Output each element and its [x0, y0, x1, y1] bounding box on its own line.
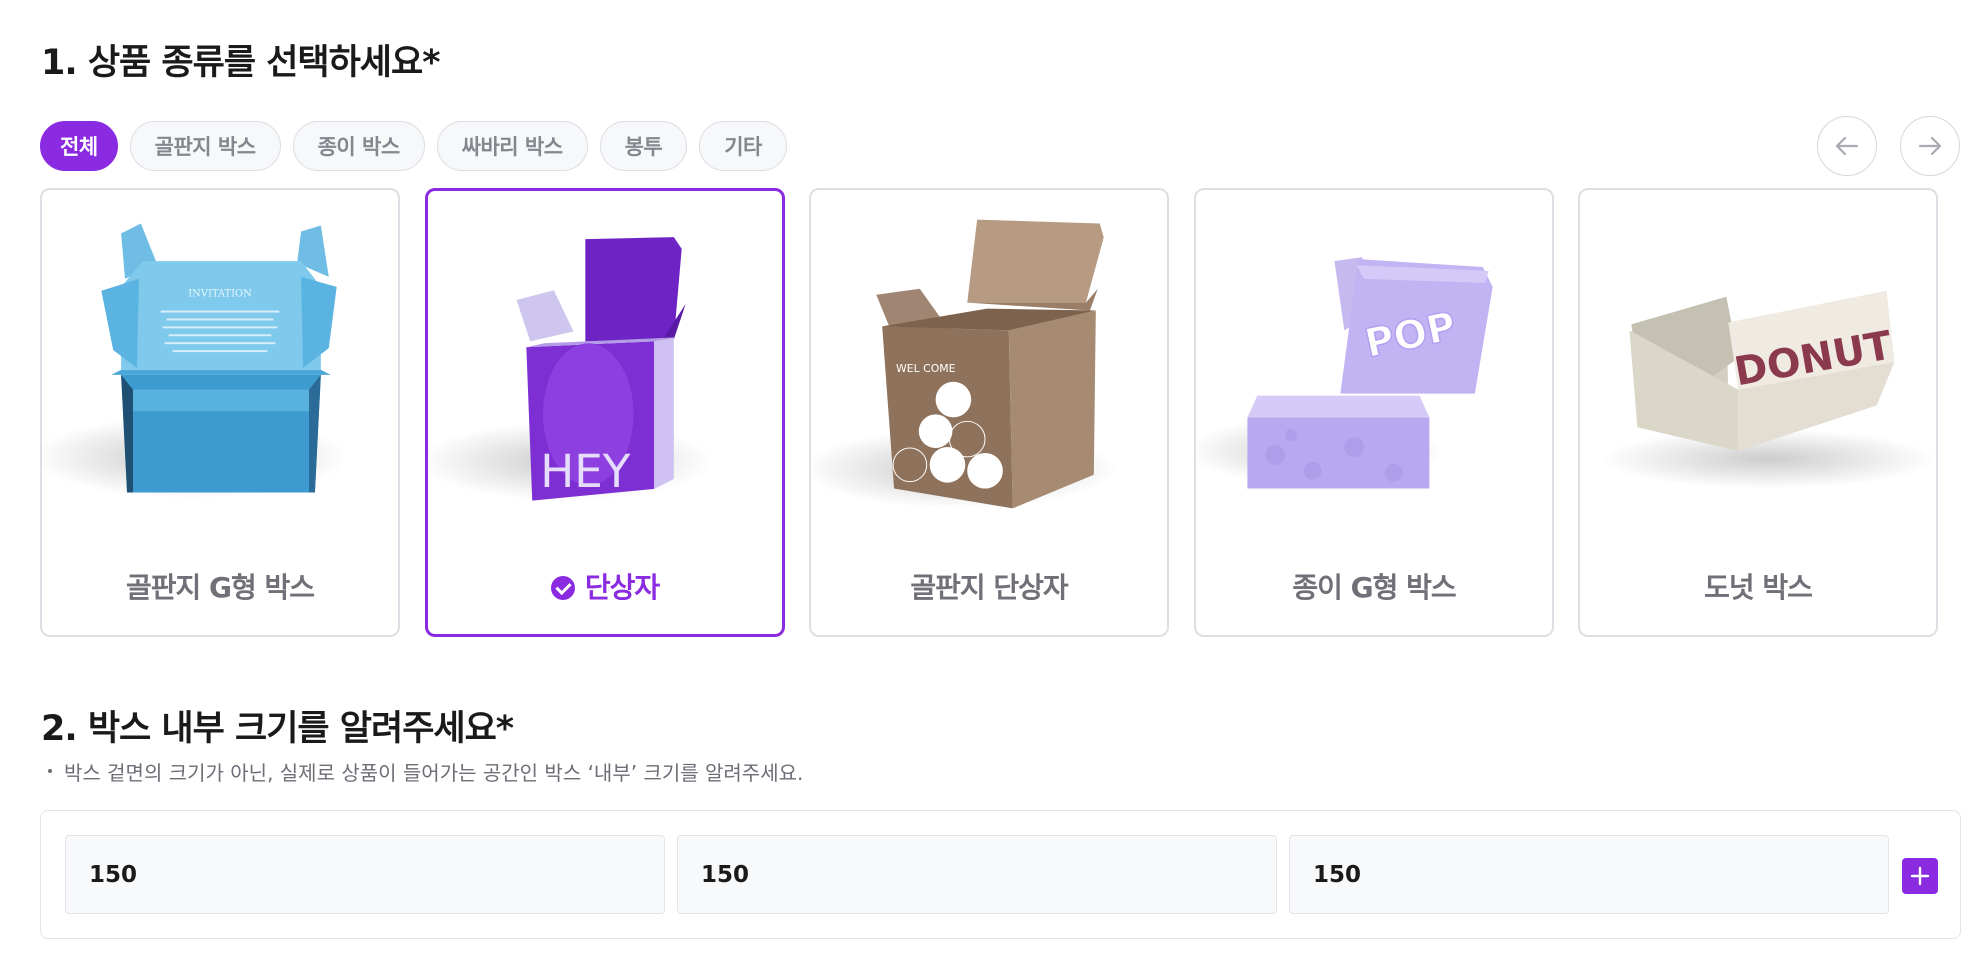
- carousel-next-button[interactable]: [1900, 116, 1960, 176]
- product-name: 종이 G형 박스: [1292, 571, 1456, 604]
- product-image-donut-box: DONUT: [1599, 290, 1936, 489]
- category-filter-chips: 전체 골판지 박스 종이 박스 싸바리 박스 봉투 기타: [40, 121, 787, 171]
- width-input[interactable]: [65, 835, 665, 914]
- length-input[interactable]: [677, 835, 1277, 914]
- check-circle-icon: [550, 576, 575, 600]
- product-name: 골판지 G형 박스: [125, 571, 315, 604]
- product-image-purple-carton-box: HEY: [428, 237, 714, 501]
- filter-chip-etc[interactable]: 기타: [699, 121, 787, 171]
- product-image-lavender-mailer-box: POP: [1196, 257, 1493, 489]
- section-title-product-type: 1. 상품 종류를 선택하세요*: [41, 43, 441, 83]
- size-input-panel: [40, 810, 1961, 939]
- product-card-donut-box[interactable]: DONUT 도넛 박스: [1578, 188, 1938, 637]
- product-name: 도넛 박스: [1704, 571, 1813, 604]
- arrow-left-icon: [1835, 136, 1859, 156]
- size-description: 박스 겉면의 크기가 아닌, 실제로 상품이 들어가는 공간인 박스 ‘내부’ …: [47, 757, 803, 786]
- product-name-selected: 단상자: [428, 566, 782, 606]
- filter-chip-paper[interactable]: 종이 박스: [292, 121, 425, 171]
- filter-chip-rigid[interactable]: 싸바리 박스: [436, 121, 588, 171]
- section-title-box-size: 2. 박스 내부 크기를 알려주세요*: [41, 709, 514, 749]
- filter-chip-all[interactable]: 전체: [40, 121, 118, 171]
- plus-icon: [1910, 866, 1930, 886]
- box-print-text: INVITATION: [188, 289, 252, 300]
- box-print-text: WEL COME: [896, 362, 956, 375]
- carousel-prev-button[interactable]: [1817, 116, 1877, 176]
- box-print-text: HEY: [540, 445, 631, 498]
- product-image-kraft-box: WEL COME: [811, 219, 1118, 509]
- filter-chip-corrugated[interactable]: 골판지 박스: [129, 121, 281, 171]
- product-card-corrugated-carton[interactable]: WEL COME 골판지 단상자: [809, 188, 1169, 637]
- filter-chip-envelope[interactable]: 봉투: [599, 121, 688, 171]
- product-card-paper-g-box[interactable]: POP 종이 G형 박스: [1194, 188, 1554, 637]
- height-input[interactable]: [1289, 835, 1889, 914]
- product-card-folding-carton[interactable]: HEY 단상자: [425, 188, 785, 637]
- add-size-button[interactable]: [1902, 858, 1938, 894]
- arrow-right-icon: [1918, 136, 1942, 156]
- product-name: 단상자: [584, 571, 660, 604]
- product-image-blue-mailer-box: INVITATION: [42, 223, 349, 499]
- product-name: 골판지 단상자: [910, 571, 1068, 604]
- product-card-corrugated-g-box[interactable]: INVITATION 골판지 G형 박스: [40, 188, 400, 637]
